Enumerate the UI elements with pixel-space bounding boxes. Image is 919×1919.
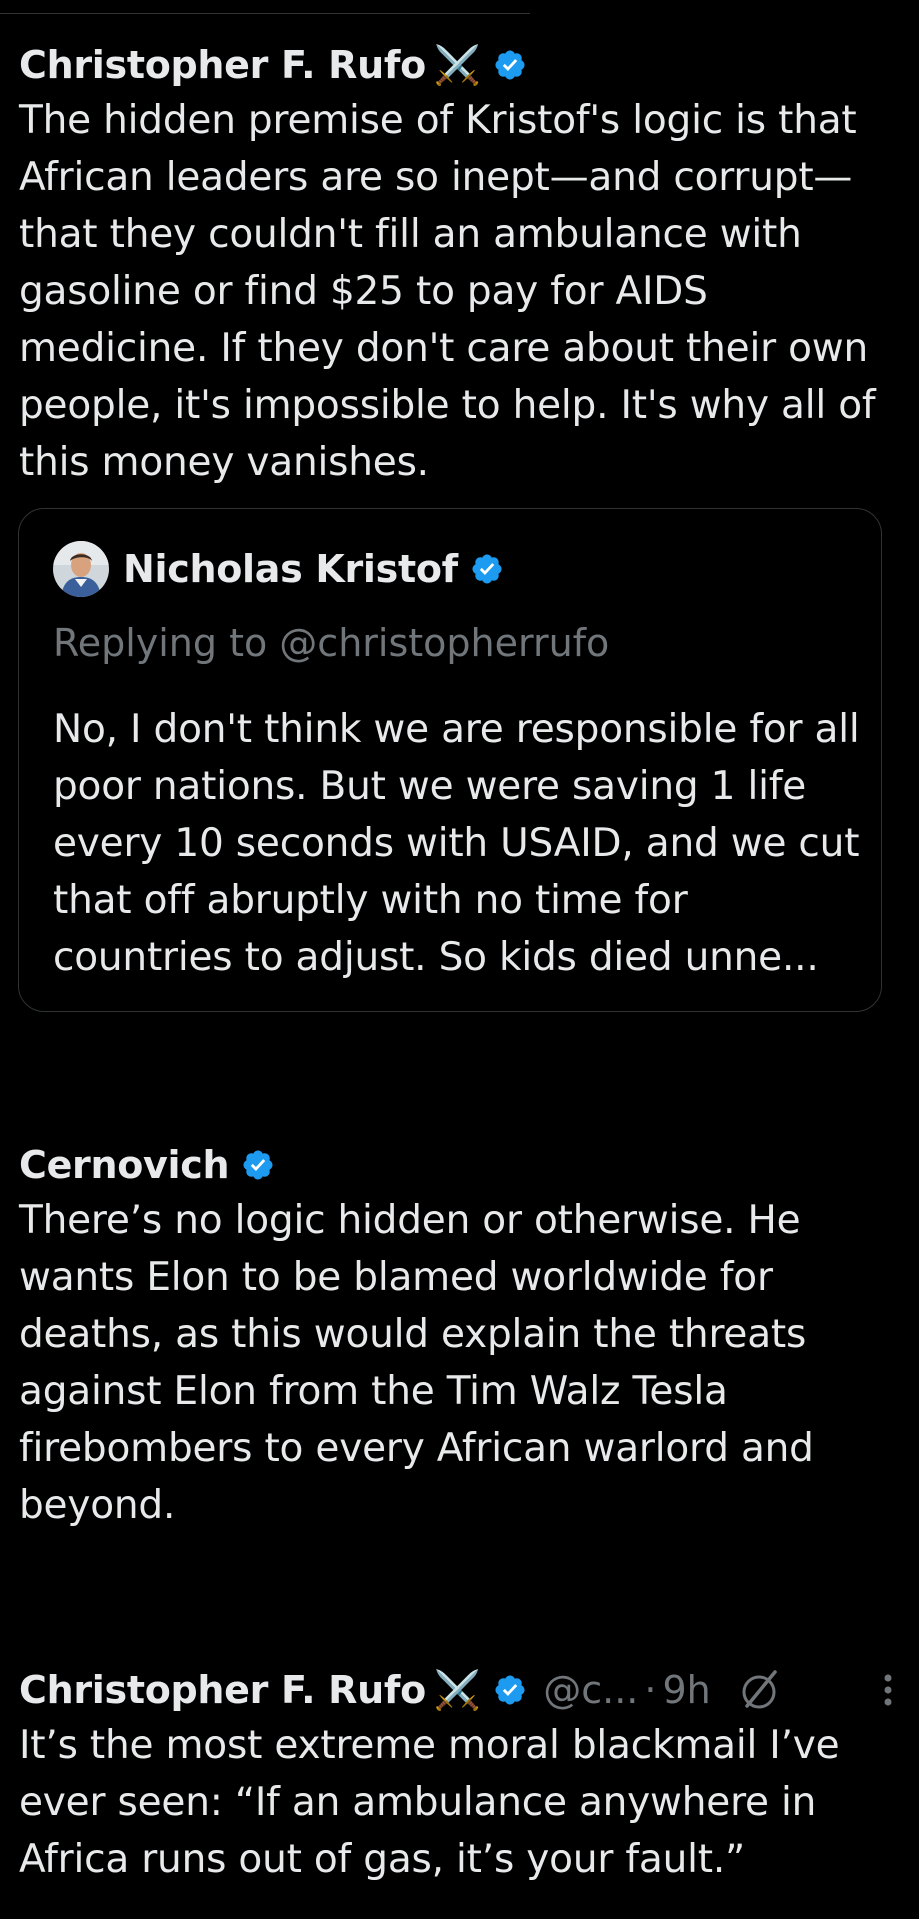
- author-handle[interactable]: @c...: [543, 1668, 638, 1712]
- replying-to-label[interactable]: Replying to @christopherrufo: [53, 621, 609, 665]
- verified-badge-icon: [241, 1148, 275, 1182]
- crossed-swords-icon: ⚔️: [433, 43, 482, 87]
- quoted-post-header: Nicholas Kristof: [53, 539, 504, 599]
- crossed-swords-icon: ⚔️: [433, 1668, 482, 1712]
- post-header: Cernovich: [19, 1140, 900, 1190]
- divider: [0, 13, 530, 14]
- post-header: Christopher F. Rufo ⚔️ @c... · 9h: [19, 1665, 900, 1715]
- post-text: The hidden premise of Kristof's logic is…: [19, 98, 876, 485]
- avatar[interactable]: [53, 541, 109, 597]
- quoted-post-card[interactable]: Nicholas Kristof Replying to @christophe…: [18, 508, 882, 1012]
- quoted-post-text: No, I don't think we are responsible for…: [53, 707, 860, 980]
- post-rufo-reply[interactable]: Christopher F. Rufo ⚔️ @c... · 9h It’s t…: [19, 1665, 900, 1888]
- post-header: Christopher F. Rufo ⚔️: [19, 40, 900, 90]
- more-icon[interactable]: [878, 1670, 898, 1710]
- verified-badge-icon: [493, 1673, 527, 1707]
- author-name[interactable]: Christopher F. Rufo: [19, 43, 426, 87]
- meta-separator: ·: [644, 1668, 657, 1712]
- verified-badge-icon: [470, 552, 504, 586]
- post-rufo[interactable]: Christopher F. Rufo ⚔️ The hidden premis…: [19, 40, 900, 491]
- verified-badge-icon: [493, 48, 527, 82]
- quoted-author-name[interactable]: Nicholas Kristof: [123, 547, 458, 591]
- post-text: There’s no logic hidden or otherwise. He…: [19, 1198, 814, 1528]
- post-timestamp[interactable]: 9h: [662, 1668, 710, 1712]
- author-name[interactable]: Christopher F. Rufo: [19, 1668, 426, 1712]
- author-name[interactable]: Cernovich: [19, 1143, 230, 1187]
- post-cernovich[interactable]: Cernovich There’s no logic hidden or oth…: [19, 1140, 900, 1534]
- post-text: It’s the most extreme moral blackmail I’…: [19, 1723, 840, 1882]
- grok-icon[interactable]: [735, 1666, 783, 1714]
